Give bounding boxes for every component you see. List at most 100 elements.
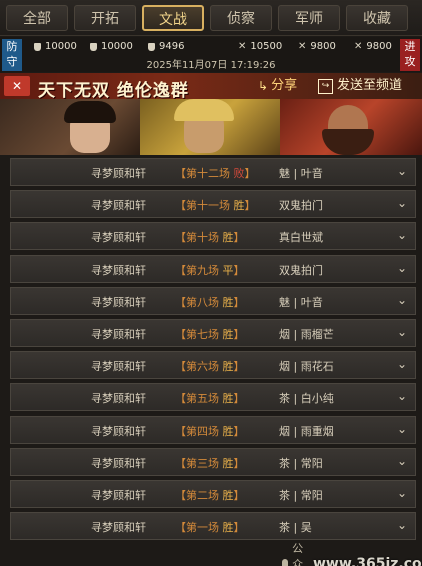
opponent-name: 茶 | 常阳 bbox=[279, 456, 323, 470]
result-badge: 胜 bbox=[222, 392, 234, 406]
result-badge: 胜 bbox=[222, 456, 234, 470]
crossed-swords-icon: ✕ bbox=[298, 41, 307, 52]
tab-explore[interactable]: 开拓 bbox=[74, 4, 136, 31]
round-label: 【第十二场 败】 bbox=[175, 167, 256, 180]
opponent-name: 双鬼拍门 bbox=[279, 263, 323, 277]
share-button[interactable]: ↳ 分享 bbox=[258, 76, 297, 96]
battle-record-row[interactable]: 寻梦顾和轩 【第五场 胜】 茶 | 白小纯 ⌄ bbox=[10, 383, 416, 412]
battle-record-row[interactable]: 寻梦顾和轩 【第十一场 胜】 双鬼拍门 ⌄ bbox=[10, 190, 416, 219]
chevron-down-icon[interactable]: ⌄ bbox=[395, 196, 409, 210]
player-name: 寻梦顾和轩 bbox=[91, 360, 146, 374]
opponent-name: 真白世斌 bbox=[279, 231, 323, 245]
battle-record-row[interactable]: 寻梦顾和轩 【第二场 胜】 茶 | 常阳 ⌄ bbox=[10, 479, 416, 508]
tab-favorites[interactable]: 收藏 bbox=[346, 4, 408, 31]
battle-record-row[interactable]: 寻梦顾和轩 【第十场 胜】 真白世斌 ⌄ bbox=[10, 222, 416, 251]
battle-record-row[interactable]: 寻梦顾和轩 【第三场 胜】 茶 | 常阳 ⌄ bbox=[10, 447, 416, 476]
general-portrait-3 bbox=[280, 99, 422, 155]
chevron-down-icon[interactable]: ⌄ bbox=[395, 164, 409, 178]
player-name: 寻梦顾和轩 bbox=[91, 521, 146, 535]
shield-icon bbox=[34, 42, 41, 51]
chevron-down-icon[interactable]: ⌄ bbox=[395, 325, 409, 339]
battle-record-row[interactable]: 寻梦顾和轩 【第六场 胜】 烟 | 雨花石 ⌄ bbox=[10, 351, 416, 380]
battle-record-page: 全部 开拓 文战 侦察 军师 收藏 防守 10000 10000 9496 ✕ … bbox=[0, 0, 422, 566]
category-tabs: 全部 开拓 文战 侦察 军师 收藏 bbox=[0, 0, 422, 36]
player-name: 寻梦顾和轩 bbox=[91, 231, 146, 245]
attack-stat-2: ✕ 9800 bbox=[298, 41, 336, 52]
result-badge: 胜 bbox=[222, 231, 234, 245]
result-badge: 胜 bbox=[222, 424, 234, 438]
result-badge: 胜 bbox=[222, 295, 234, 309]
defense-stat-3: 9496 bbox=[148, 41, 184, 52]
opponent-name: 茶 | 常阳 bbox=[279, 488, 323, 502]
round-label: 【第三场 胜】 bbox=[175, 456, 245, 470]
battle-record-row[interactable]: 寻梦顾和轩 【第十二场 败】 魅 | 叶音 ⌄ bbox=[10, 158, 416, 186]
defense-stat-1: 10000 bbox=[34, 41, 77, 52]
defense-stat-2: 10000 bbox=[90, 41, 133, 52]
player-name: 寻梦顾和轩 bbox=[91, 392, 146, 406]
opponent-name: 茶 | 白小纯 bbox=[279, 392, 334, 406]
send-to-channel-button[interactable]: ↪ 发送至频道 bbox=[318, 76, 402, 96]
result-badge: 胜 bbox=[222, 488, 234, 502]
result-badge: 平 bbox=[222, 263, 234, 277]
battle-record-row[interactable]: 寻梦顾和轩 【第四场 胜】 烟 | 雨重烟 ⌄ bbox=[10, 415, 416, 444]
round-label: 【第六场 胜】 bbox=[175, 360, 245, 374]
player-name: 寻梦顾和轩 bbox=[91, 263, 146, 277]
chevron-down-icon[interactable]: ⌄ bbox=[395, 486, 409, 500]
battle-record-row[interactable]: 寻梦顾和轩 【第一场 胜】 茶 | 吴 ⌄ bbox=[10, 512, 416, 541]
round-label: 【第五场 胜】 bbox=[175, 392, 245, 406]
share-icon: ↳ bbox=[258, 79, 269, 93]
battle-record-row[interactable]: 寻梦顾和轩 【第七场 胜】 烟 | 雨榴芒 ⌄ bbox=[10, 318, 416, 347]
general-portrait-1 bbox=[0, 99, 140, 155]
battle-record-row[interactable]: 寻梦顾和轩 【第八场 胜】 魅 | 叶音 ⌄ bbox=[10, 286, 416, 315]
opponent-name: 魅 | 叶音 bbox=[279, 295, 323, 309]
tab-all[interactable]: 全部 bbox=[6, 4, 68, 31]
player-name: 寻梦顾和轩 bbox=[91, 295, 146, 309]
player-name: 寻梦顾和轩 bbox=[91, 488, 146, 502]
chevron-down-icon[interactable]: ⌄ bbox=[395, 518, 409, 532]
tab-scout[interactable]: 侦察 bbox=[210, 4, 272, 31]
chevron-down-icon[interactable]: ⌄ bbox=[395, 293, 409, 307]
round-label: 【第八场 胜】 bbox=[175, 295, 245, 309]
player-name: 寻梦顾和轩 bbox=[91, 327, 146, 341]
shield-icon bbox=[90, 42, 97, 51]
chevron-down-icon[interactable]: ⌄ bbox=[395, 422, 409, 436]
crossed-swords-icon: ✕ bbox=[354, 41, 363, 52]
attack-stat-1: ✕ 10500 bbox=[238, 41, 282, 52]
share-label: 分享 bbox=[271, 78, 298, 93]
opponent-name: 烟 | 雨重烟 bbox=[279, 424, 334, 438]
opponent-name: 魅 | 叶音 bbox=[279, 167, 323, 180]
round-label: 【第四场 胜】 bbox=[175, 424, 245, 438]
attack-stat-value: 9800 bbox=[366, 41, 392, 52]
player-name: 寻梦顾和轩 bbox=[91, 456, 146, 470]
tab-strategist[interactable]: 军师 bbox=[278, 4, 340, 31]
opponent-name: 烟 | 雨花石 bbox=[279, 360, 334, 374]
attack-stat-3: ✕ 9800 bbox=[354, 41, 392, 52]
game-logo-icon: ✕ bbox=[4, 76, 30, 96]
chevron-down-icon[interactable]: ⌄ bbox=[395, 228, 409, 242]
chevron-down-icon[interactable]: ⌄ bbox=[395, 261, 409, 275]
chevron-down-icon[interactable]: ⌄ bbox=[395, 389, 409, 403]
round-label: 【第七场 胜】 bbox=[175, 327, 245, 341]
player-name: 寻梦顾和轩 bbox=[91, 424, 146, 438]
opponent-name: 烟 | 雨榴芒 bbox=[279, 327, 334, 341]
round-label: 【第二场 胜】 bbox=[175, 488, 245, 502]
battle-record-row[interactable]: 寻梦顾和轩 【第九场 平】 双鬼拍门 ⌄ bbox=[10, 254, 416, 283]
player-name: 寻梦顾和轩 bbox=[91, 167, 146, 180]
crossed-swords-icon: ✕ bbox=[238, 41, 247, 52]
chevron-down-icon[interactable]: ⌄ bbox=[395, 357, 409, 371]
chevron-down-icon[interactable]: ⌄ bbox=[395, 454, 409, 468]
opponent-name: 茶 | 吴 bbox=[279, 521, 312, 535]
result-badge: 胜 bbox=[222, 521, 234, 535]
defense-stat-value: 10000 bbox=[101, 41, 133, 52]
watermark-url: www.365jz.com bbox=[313, 556, 422, 566]
round-label: 【第一场 胜】 bbox=[175, 521, 245, 535]
result-badge: 败 bbox=[233, 167, 245, 180]
banner-title: 天下无双 绝伦逸群 bbox=[38, 81, 189, 101]
battle-record-list: 寻梦顾和轩 【第十二场 败】 魅 | 叶音 ⌄ 寻梦顾和轩 【第十一场 胜】 双… bbox=[10, 158, 416, 544]
attack-stat-value: 9800 bbox=[310, 41, 336, 52]
send-icon: ↪ bbox=[318, 78, 333, 94]
attack-stat-value: 10500 bbox=[250, 41, 283, 52]
tab-literary-battle[interactable]: 文战 bbox=[142, 4, 204, 31]
battle-banner: ✕ 天下无双 绝伦逸群 ↳ 分享 ↪ 发送至频道 bbox=[0, 73, 422, 155]
send-label: 发送至频道 bbox=[337, 78, 403, 93]
